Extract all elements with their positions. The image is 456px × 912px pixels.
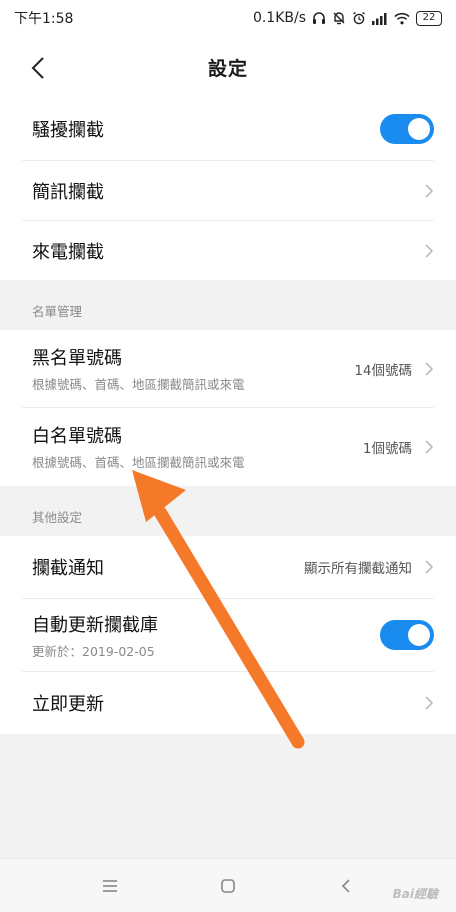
wifi-icon	[394, 12, 410, 24]
battery-icon: 22	[416, 10, 442, 26]
block-notification-row[interactable]: 攔截通知 顯示所有攔截通知	[0, 536, 456, 598]
menu-icon	[103, 879, 117, 892]
blacklist-row[interactable]: 黑名單號碼 根據號碼、首碼、地區攔截簡訊或來電 14個號碼	[0, 330, 456, 407]
list-management-section: 黑名單號碼 根據號碼、首碼、地區攔截簡訊或來電 14個號碼 白名單號碼 根據號碼…	[0, 330, 456, 486]
network-speed: 0.1KB/s	[252, 10, 306, 26]
status-time: 下午1:58	[14, 11, 74, 27]
chevron-right-icon	[425, 243, 434, 258]
watermark: Bai經驗	[392, 887, 438, 901]
toggle-knob	[408, 624, 430, 646]
blacklist-count: 14個號碼	[354, 362, 412, 379]
blocking-section: 騷擾攔截 簡訊攔截 來電攔截	[0, 98, 456, 280]
other-settings-section: 攔截通知 顯示所有攔截通知 自動更新攔截庫 更新於：2019-02-05 立即更…	[0, 536, 456, 734]
chevron-right-icon	[425, 560, 434, 574]
auto-update-date: 更新於：2019-02-05	[32, 643, 155, 659]
call-blocking-label: 來電攔截	[32, 241, 104, 263]
page-title: 設定	[207, 57, 248, 80]
home-square-icon	[221, 878, 235, 893]
harassment-blocking-toggle[interactable]	[380, 114, 434, 144]
status-icons: 0.1KB/s 22	[253, 10, 442, 26]
home-button[interactable]	[208, 871, 248, 901]
block-notification-label: 攔截通知	[32, 558, 104, 579]
whitelist-count: 1個號碼	[362, 440, 412, 457]
blacklist-label: 黑名單號碼	[32, 348, 122, 369]
update-now-row[interactable]: 立即更新	[0, 672, 456, 734]
harassment-blocking-row[interactable]: 騷擾攔截	[0, 98, 456, 160]
nav-back-button[interactable]	[326, 871, 366, 901]
menu-button[interactable]	[90, 871, 130, 901]
toggle-knob	[408, 118, 430, 140]
signal-icon	[372, 12, 387, 25]
back-button[interactable]	[22, 52, 54, 84]
chevron-right-icon	[425, 696, 434, 710]
status-bar: 下午1:58 0.1KB/s 22	[0, 0, 456, 36]
list-management-header: 名單管理	[32, 303, 83, 319]
chevron-right-icon	[425, 361, 434, 376]
headphones-icon	[313, 12, 325, 24]
other-settings-header: 其他設定	[32, 509, 83, 525]
back-triangle-icon	[341, 878, 350, 893]
sms-blocking-label: 簡訊攔截	[32, 181, 104, 203]
whitelist-description: 根據號碼、首碼、地區攔截簡訊或來電	[32, 455, 245, 470]
navigation-bar	[0, 858, 456, 912]
chevron-left-icon	[31, 57, 44, 79]
blacklist-description: 根據號碼、首碼、地區攔截簡訊或來電	[32, 377, 245, 392]
chevron-right-icon	[425, 183, 434, 198]
chevron-right-icon	[425, 439, 434, 454]
block-notification-value: 顯示所有攔截通知	[304, 561, 412, 577]
alarm-icon	[353, 11, 365, 25]
auto-update-toggle[interactable]	[380, 620, 434, 650]
auto-update-label: 自動更新攔截庫	[32, 614, 158, 636]
sms-blocking-row[interactable]: 簡訊攔截	[0, 161, 456, 220]
header: 設定	[0, 36, 456, 98]
call-blocking-row[interactable]: 來電攔截	[0, 221, 456, 280]
whitelist-row[interactable]: 白名單號碼 根據號碼、首碼、地區攔截簡訊或來電 1個號碼	[0, 408, 456, 485]
harassment-blocking-label: 騷擾攔截	[32, 120, 104, 141]
update-now-label: 立即更新	[32, 694, 104, 715]
auto-update-row[interactable]: 自動更新攔截庫 更新於：2019-02-05	[0, 599, 456, 671]
mute-bell-icon	[333, 12, 345, 25]
whitelist-label: 白名單號碼	[32, 426, 122, 447]
